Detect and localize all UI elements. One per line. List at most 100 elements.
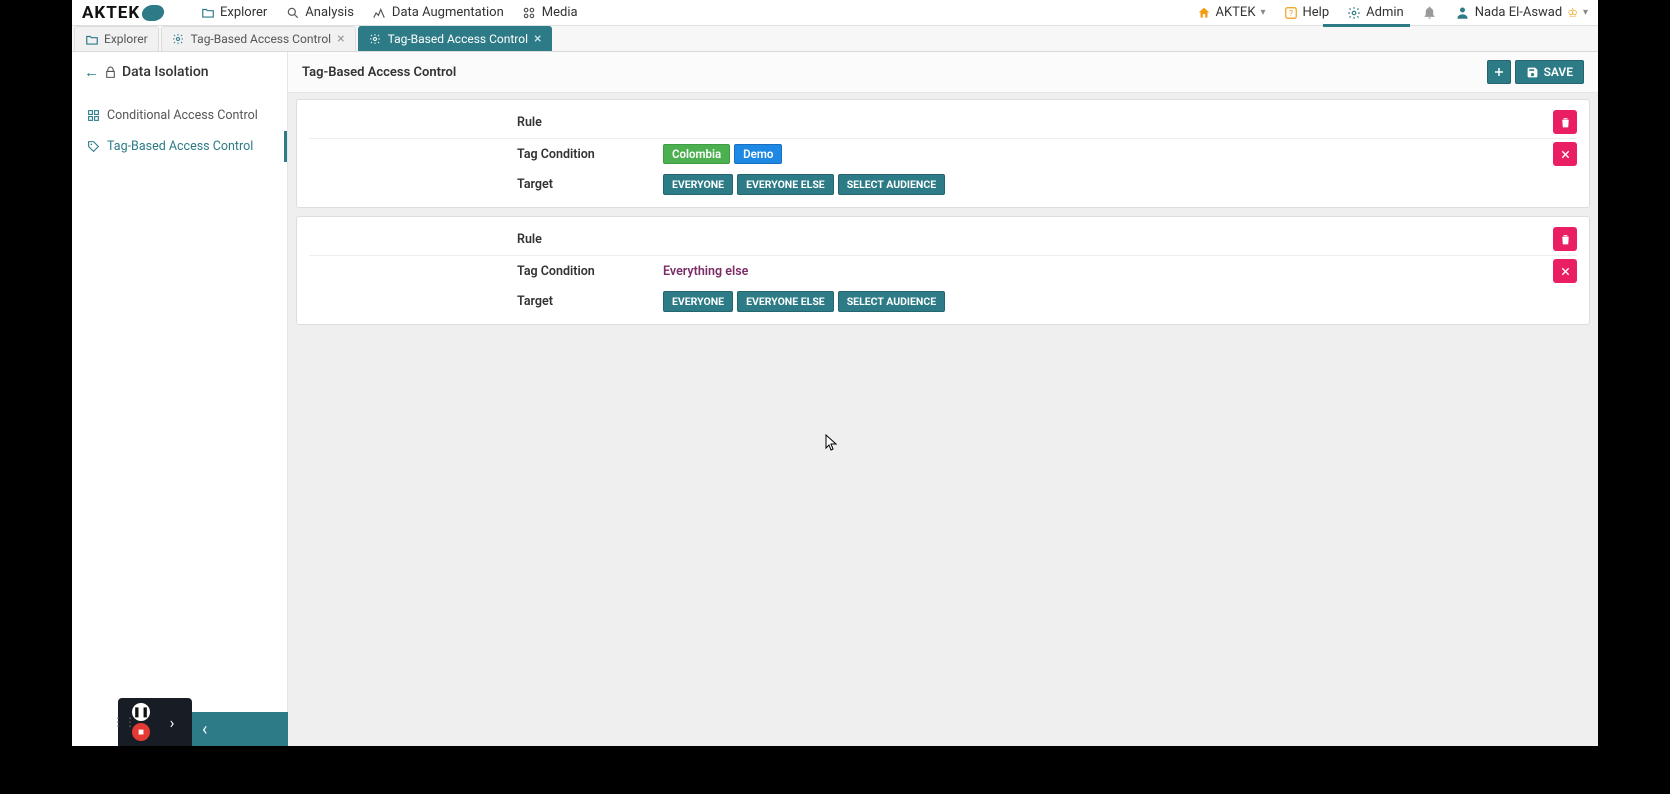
topnav-label: Analysis: [305, 5, 354, 20]
target-option[interactable]: SELECT AUDIENCE: [838, 291, 945, 312]
save-label: SAVE: [1544, 65, 1573, 79]
page-actions: SAVE: [1487, 60, 1584, 84]
chevron-down-icon: ▾: [1583, 7, 1588, 18]
target-label: Target: [309, 294, 663, 309]
tab-0[interactable]: Explorer: [74, 26, 159, 51]
tab-2[interactable]: Tag-Based Access Control ×: [358, 26, 553, 51]
sidebar-item-0[interactable]: Conditional Access Control: [72, 100, 287, 131]
sidebar-title: Data Isolation: [122, 64, 209, 80]
chevron-down-icon: ▾: [1260, 7, 1265, 18]
target-value: EVERYONEEVERYONE ELSESELECT AUDIENCE: [663, 174, 1577, 195]
target-option[interactable]: SELECT AUDIENCE: [838, 174, 945, 195]
topnav-media[interactable]: Media: [522, 5, 578, 20]
recorder-expand[interactable]: ›: [152, 713, 192, 732]
topnav-label: Explorer: [220, 5, 267, 20]
lock-icon: [104, 66, 117, 79]
top-bar: AKTEK Explorer Analysis Data Augmentation M…: [72, 0, 1598, 26]
close-icon[interactable]: ×: [534, 32, 541, 46]
target-option[interactable]: EVERYONE: [663, 291, 733, 312]
gear-icon: [1347, 6, 1361, 20]
delete-condition-button[interactable]: [1553, 259, 1577, 283]
media-icon: [522, 5, 537, 20]
tag-condition-label: Tag Condition: [309, 147, 663, 162]
rule-card: RuleTag ConditionColombiaDemoTargetEVERY…: [296, 99, 1590, 208]
spark-icon: [372, 5, 387, 20]
delete-rule-button[interactable]: [1553, 227, 1577, 251]
target-option[interactable]: EVERYONE ELSE: [737, 174, 834, 195]
topnav-explorer[interactable]: Explorer: [200, 5, 267, 20]
topnav-label: Data Augmentation: [392, 5, 504, 20]
home-icon: [1197, 6, 1211, 20]
target-value: EVERYONEEVERYONE ELSESELECT AUDIENCE: [663, 291, 1577, 312]
gear-icon: [172, 33, 185, 46]
sidebar-header: ← Data Isolation: [72, 52, 287, 90]
sidebar-item-label: Conditional Access Control: [107, 108, 258, 123]
tag-condition-text: Everything else: [663, 264, 748, 279]
topnav-data-augmentation[interactable]: Data Augmentation: [372, 5, 504, 20]
tag-condition-label: Tag Condition: [309, 264, 663, 279]
top-nav: Explorer Analysis Data Augmentation Media: [200, 5, 578, 20]
rule-header-row: Rule: [309, 223, 1577, 256]
recorder-widget[interactable]: ⋮⋮ ❚❚ ■ ›: [118, 698, 192, 746]
tag-chip[interactable]: Demo: [734, 144, 782, 164]
tag-condition-value: Everything else: [663, 264, 1553, 279]
tag-condition-value: ColombiaDemo: [663, 144, 1553, 164]
target-option[interactable]: EVERYONE: [663, 174, 733, 195]
tab-label: Explorer: [104, 32, 148, 46]
rule-label: Rule: [309, 115, 663, 130]
user-label: Nada El-Aswad: [1475, 5, 1562, 20]
rule-label: Rule: [309, 232, 663, 247]
help-menu[interactable]: ? Help: [1284, 5, 1330, 20]
user-menu[interactable]: Nada El-Aswad ♔ ▾: [1455, 5, 1588, 20]
save-icon: [1526, 66, 1539, 79]
page-title: Tag-Based Access Control: [302, 65, 456, 80]
tab-label: Tag-Based Access Control: [191, 32, 331, 46]
workspace: ← Data Isolation Conditional Access Cont…: [72, 52, 1598, 746]
rules-container: RuleTag ConditionColombiaDemoTargetEVERY…: [288, 93, 1598, 339]
tab-1[interactable]: Tag-Based Access Control ×: [161, 26, 356, 51]
app-window: AKTEK Explorer Analysis Data Augmentation M…: [72, 0, 1598, 746]
tab-label: Tag-Based Access Control: [388, 32, 528, 46]
admin-menu[interactable]: Admin: [1347, 5, 1404, 20]
sidebar-item-1[interactable]: Tag-Based Access Control: [72, 131, 287, 162]
page-header: Tag-Based Access Control SAVE: [288, 52, 1598, 93]
folder-icon: [200, 5, 215, 20]
sidebar: ← Data Isolation Conditional Access Cont…: [72, 52, 288, 746]
tag-condition-row: Tag ConditionEverything else: [309, 256, 1577, 286]
recorder-controls: ❚❚ ■: [130, 699, 152, 745]
brand-logo: AKTEK: [82, 3, 188, 23]
target-label: Target: [309, 177, 663, 192]
tag-icon: [87, 140, 101, 154]
pause-button[interactable]: ❚❚: [132, 703, 150, 721]
save-button[interactable]: SAVE: [1515, 60, 1584, 84]
help-icon: ?: [1284, 6, 1298, 20]
person-icon: [1455, 5, 1470, 20]
back-arrow-icon[interactable]: ←: [84, 65, 99, 80]
target-option[interactable]: EVERYONE ELSE: [737, 291, 834, 312]
tag-condition-row: Tag ConditionColombiaDemo: [309, 139, 1577, 169]
chevron-left-icon: ‹: [202, 719, 207, 740]
tag-chip[interactable]: Colombia: [663, 144, 730, 164]
sidebar-collapse-tab[interactable]: ‹: [192, 712, 288, 746]
tab-bar: ExplorerTag-Based Access Control×Tag-Bas…: [72, 26, 1598, 52]
company-label: AKTEK: [1216, 5, 1256, 20]
topnav-label: Media: [542, 5, 578, 20]
close-icon[interactable]: ×: [337, 32, 344, 46]
company-menu[interactable]: AKTEK ▾: [1197, 5, 1266, 20]
crown-icon: ♔: [1567, 6, 1578, 20]
rule-card: RuleTag ConditionEverything elseTargetEV…: [296, 216, 1590, 325]
help-label: Help: [1303, 5, 1330, 20]
topnav-analysis[interactable]: Analysis: [285, 5, 354, 20]
target-row: TargetEVERYONEEVERYONE ELSESELECT AUDIEN…: [309, 286, 1577, 316]
target-row: TargetEVERYONEEVERYONE ELSESELECT AUDIEN…: [309, 169, 1577, 199]
sidebar-item-label: Tag-Based Access Control: [107, 139, 253, 154]
delete-condition-button[interactable]: [1553, 142, 1577, 166]
folder-icon: [85, 33, 98, 46]
stop-button[interactable]: ■: [132, 723, 150, 741]
drag-handle-icon[interactable]: ⋮⋮: [118, 715, 130, 729]
admin-label: Admin: [1366, 5, 1404, 20]
rule-header-row: Rule: [309, 106, 1577, 139]
delete-rule-button[interactable]: [1553, 110, 1577, 134]
add-rule-button[interactable]: [1487, 60, 1511, 84]
bell-icon[interactable]: [1422, 5, 1437, 20]
